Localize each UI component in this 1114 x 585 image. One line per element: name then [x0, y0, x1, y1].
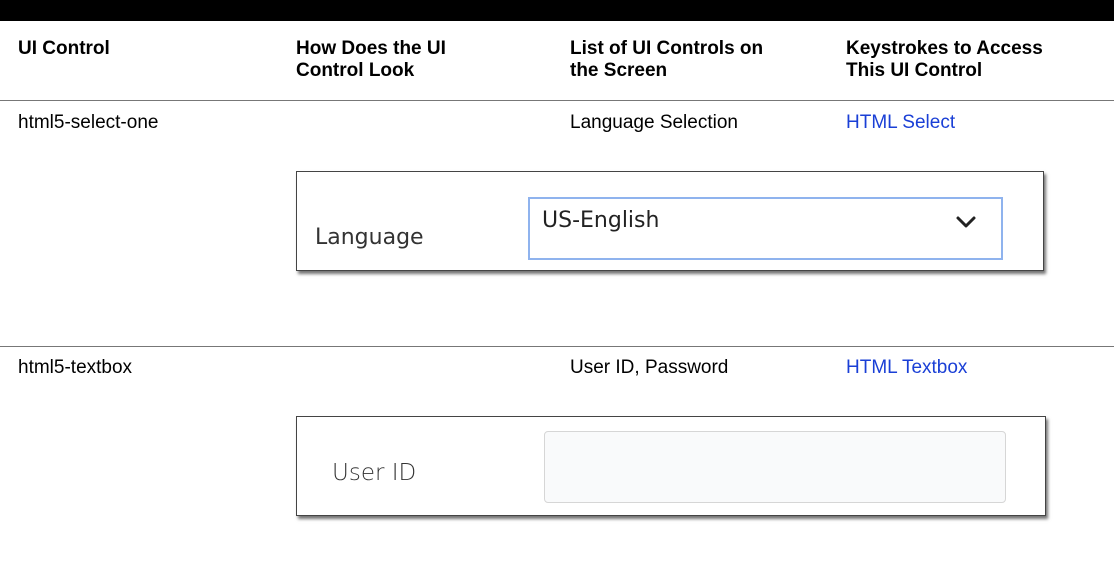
- row2-control-name: html5-textbox: [18, 357, 133, 378]
- language-select-value: US-English: [542, 208, 660, 233]
- user-id-input[interactable]: [544, 431, 1006, 503]
- select-illustration: Language US-English: [296, 171, 1044, 271]
- header-keystrokes-line2: This UI Control: [846, 60, 983, 81]
- header-ui-control: UI Control: [18, 38, 110, 60]
- textbox-illustration: User ID: [296, 416, 1046, 516]
- header-ui-control-line1: UI Control: [18, 38, 110, 59]
- header-divider: [0, 100, 1114, 101]
- user-id-label: User ID: [332, 460, 417, 486]
- header-keystrokes: Keystrokes to Access This UI Control: [846, 38, 1043, 82]
- html-select-link[interactable]: HTML Select: [846, 112, 955, 134]
- chevron-down-icon: [956, 216, 976, 228]
- row-divider: [0, 346, 1114, 347]
- language-select[interactable]: US-English: [528, 197, 1003, 260]
- header-keystrokes-line1: Keystrokes to Access: [846, 38, 1043, 59]
- language-label: Language: [315, 225, 424, 250]
- header-how-it-looks-line1: How Does the UI: [296, 38, 446, 59]
- header-how-it-looks: How Does the UI Control Look: [296, 38, 446, 82]
- html-textbox-link[interactable]: HTML Textbox: [846, 357, 967, 379]
- header-controls-on-screen: List of UI Controls on the Screen: [570, 38, 763, 82]
- row1-controls-on-screen: Language Selection: [570, 112, 738, 133]
- row1-control-name: html5-select-one: [18, 112, 159, 133]
- row2-controls-on-screen: User ID, Password: [570, 357, 729, 378]
- header-how-it-looks-line2: Control Look: [296, 60, 415, 81]
- top-rule: [0, 0, 1114, 21]
- header-controls-on-screen-line1: List of UI Controls on: [570, 38, 764, 59]
- header-controls-on-screen-line2: the Screen: [570, 60, 668, 81]
